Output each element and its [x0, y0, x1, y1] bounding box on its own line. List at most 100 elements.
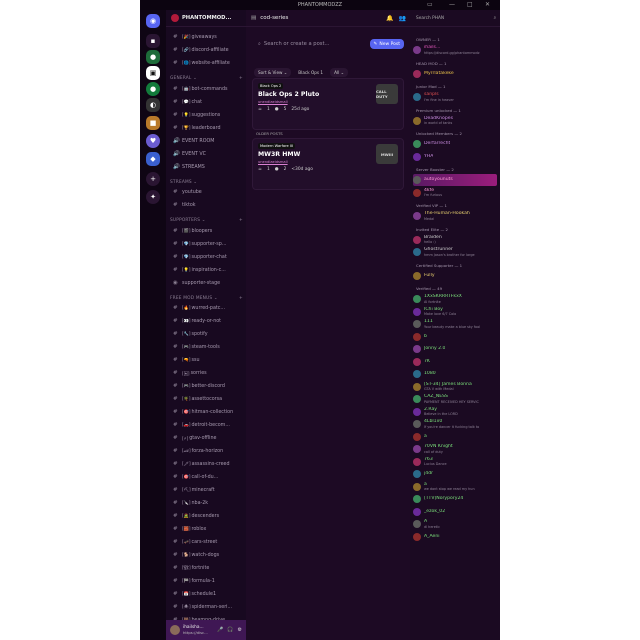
channel-supporter-sp[interactable]: # [💎] supporter-sp...	[166, 238, 246, 250]
member-item[interactable]: autoyounuts	[413, 174, 497, 186]
channel-free-3[interactable]: # [🎮] steam-tools	[166, 341, 246, 353]
member-item[interactable]: YHA	[413, 151, 497, 163]
channel-free-11[interactable]: # [🏎] forza-horizon	[166, 445, 246, 457]
channel-supporter-chat[interactable]: # [💎] supporter-chat	[166, 251, 246, 263]
member-item[interactable]: DeadKnopes in world of tanks	[413, 115, 497, 127]
post-card[interactable]: Black Ops 2 Black Ops 2 Pluto unendlaeid…	[252, 78, 404, 130]
channel-website-affiliate[interactable]: # [🌐] website-affiliate	[166, 57, 246, 69]
category-general[interactable]: GENERAL ⌄ +	[170, 76, 243, 81]
member-item[interactable]: [TTV]Norypory24	[413, 493, 497, 505]
member-item[interactable]: 1080	[413, 368, 497, 380]
member-item[interactable]: 4Lbl1x0 If you're dancer it fucking talk …	[413, 418, 497, 430]
minimize-button[interactable]: —	[449, 1, 455, 9]
add-channel-icon[interactable]: +	[239, 76, 243, 81]
member-item[interactable]: 111 Your beauty make a blue sky fool	[413, 318, 497, 330]
member-item[interactable]: [ST-34] James Bonna GTA V with Medal	[413, 381, 497, 393]
member-item[interactable]: Jonny 2.0	[413, 343, 497, 355]
microphone-icon[interactable]: 🎤	[217, 627, 223, 633]
channel-free-17[interactable]: # [🧱] roblox	[166, 523, 246, 535]
member-item[interactable]: ihails... https://discord.gg/phantommodz	[413, 44, 497, 56]
member-item[interactable]: b	[413, 331, 497, 343]
channel-youtube[interactable]: # youtube	[166, 186, 246, 198]
server-header[interactable]: PHANTOMMOD...	[166, 10, 246, 27]
channel-suggestions[interactable]: # [💡] suggestions	[166, 109, 246, 121]
folder-icon[interactable]: ▪	[146, 34, 160, 48]
member-item[interactable]: A_Aeni	[413, 531, 497, 543]
channel-free-4[interactable]: # [🔫] ssu	[166, 354, 246, 366]
channel-event-vc[interactable]: 🔊 EVENT VC	[166, 148, 246, 160]
member-item[interactable]: a we dont stop we read my hun	[413, 481, 497, 493]
tag-filter[interactable]: Black Ops 1	[294, 68, 327, 77]
member-item[interactable]: 1XxSKRRRTFkxX Al fortnite	[413, 293, 497, 305]
channel-free-5[interactable]: # [🃏] sorries	[166, 367, 246, 379]
member-item[interactable]: 7K	[413, 356, 497, 368]
channel-discord-affiliate[interactable]: # [🔗] discord-affiliate	[166, 44, 246, 56]
member-item[interactable]: The-Human-Hookah Medal	[413, 210, 497, 222]
member-item[interactable]: Fully	[413, 270, 497, 282]
member-item[interactable]: 2.Ray Believe in the LORD	[413, 406, 497, 418]
member-item[interactable]: Myrrlatakeke	[413, 68, 497, 80]
close-button[interactable]: ✕	[485, 1, 490, 9]
server-icon[interactable]: ◆	[146, 152, 160, 166]
channel-free-21[interactable]: # [🏁] formula-1	[166, 575, 246, 587]
forum-search-input[interactable]: ⌕ Search or create a post...	[254, 39, 366, 50]
member-item[interactable]: a	[413, 431, 497, 443]
channel-free-12[interactable]: # [🗡] assassins-creed	[166, 458, 246, 470]
channel-free-18[interactable]: # [🛹] cars-street	[166, 536, 246, 548]
member-item[interactable]: Derfarrecht	[413, 138, 497, 150]
member-item[interactable]: sanpls I'm fine in heaven	[413, 91, 497, 103]
bell-icon[interactable]: 🔔	[386, 15, 393, 22]
inbox-icon[interactable]: ▭	[427, 1, 433, 9]
channel-streams[interactable]: 🔊 STREAMS	[166, 161, 246, 173]
discord-home-icon[interactable]: ◉	[146, 14, 160, 28]
member-item[interactable]: j4dr	[413, 468, 497, 480]
member-item[interactable]: Braiden hello :)	[413, 234, 497, 246]
gear-icon[interactable]: ⚙	[238, 627, 242, 633]
server-icon[interactable]: ●	[146, 50, 160, 64]
server-icon[interactable]: ●	[146, 82, 160, 96]
sort-view-button[interactable]: Sort & View ⌄	[254, 68, 292, 77]
category-free-mod-menus[interactable]: FREE MOD MENUS ⌄ +	[170, 296, 243, 301]
channel-free-7[interactable]: # [🌴] assettocorsa	[166, 393, 246, 405]
member-item[interactable]: _ezok_02	[413, 506, 497, 518]
channel-free-9[interactable]: # [🚗] detroit-becom...	[166, 419, 246, 431]
channel-free-14[interactable]: # [⛏] minecraft	[166, 484, 246, 496]
server-icon[interactable]: ▣	[146, 66, 160, 80]
channel-bot-commands[interactable]: # [🤖] bot-commands	[166, 83, 246, 95]
channel-free-22[interactable]: # [📅] schedule1	[166, 588, 246, 600]
channel-bloopers[interactable]: # [🎬] bloopers	[166, 225, 246, 237]
channel-event-room[interactable]: 🔊 EVENT ROOM	[166, 135, 246, 147]
channel-free-1[interactable]: # [👀] ready-or-not	[166, 315, 246, 327]
channel-free-6[interactable]: # [🎮] better-discord	[166, 380, 246, 392]
member-item[interactable]: 70VN Knight call of duty	[413, 443, 497, 455]
server-icon[interactable]: ■	[146, 116, 160, 130]
channel-free-20[interactable]: # [🏗] fortnite	[166, 562, 246, 574]
server-icon[interactable]: ♥	[146, 134, 160, 148]
new-post-button[interactable]: ✎ New Post	[369, 39, 404, 49]
headphones-icon[interactable]: 🎧	[227, 627, 233, 633]
channel-free-0[interactable]: # [🔥] wurred-patc...	[166, 302, 246, 314]
members-icon[interactable]: 👥	[399, 15, 406, 22]
channel-free-8[interactable]: # [🎯] hitman-collection	[166, 406, 246, 418]
channel-chat[interactable]: # [💬] chat	[166, 96, 246, 108]
add-server-icon[interactable]: +	[146, 172, 160, 186]
channel-inspiration[interactable]: # [💡] inspiration-c...	[166, 264, 246, 276]
channel-leaderboard[interactable]: # [🏆] leaderboard	[166, 122, 246, 134]
channel-tiktok[interactable]: # tiktok	[166, 199, 246, 211]
channel-free-15[interactable]: # [🔪] nba-2k	[166, 497, 246, 509]
member-item[interactable]: IChi Boy Make love 6/7 Colo	[413, 306, 497, 318]
avatar[interactable]	[170, 625, 180, 635]
channel-supporter-stage[interactable]: ◉ supporter-stage	[166, 277, 246, 289]
discover-icon[interactable]: ✦	[146, 190, 160, 204]
channel-free-2[interactable]: # [🔧] spotify	[166, 328, 246, 340]
channel-free-23[interactable]: # [🕷] spiderman-seri...	[166, 601, 246, 613]
channel-free-16[interactable]: # [🧟] descenders	[166, 510, 246, 522]
channel-free-19[interactable]: # [🐕] watch-dogs	[166, 549, 246, 561]
channel-free-13[interactable]: # [🎯] call-of-du...	[166, 471, 246, 483]
all-filter[interactable]: All ⌄	[330, 68, 349, 77]
server-icon[interactable]: ◐	[146, 98, 160, 112]
category-supporters[interactable]: SUPPORTERS ⌄ +	[170, 218, 243, 223]
member-item[interactable]: Adl heretic	[413, 518, 497, 530]
add-channel-icon[interactable]: +	[239, 296, 243, 301]
user-panel[interactable]: ihailsha... https://disc... 🎤 🎧 ⚙	[166, 620, 246, 640]
